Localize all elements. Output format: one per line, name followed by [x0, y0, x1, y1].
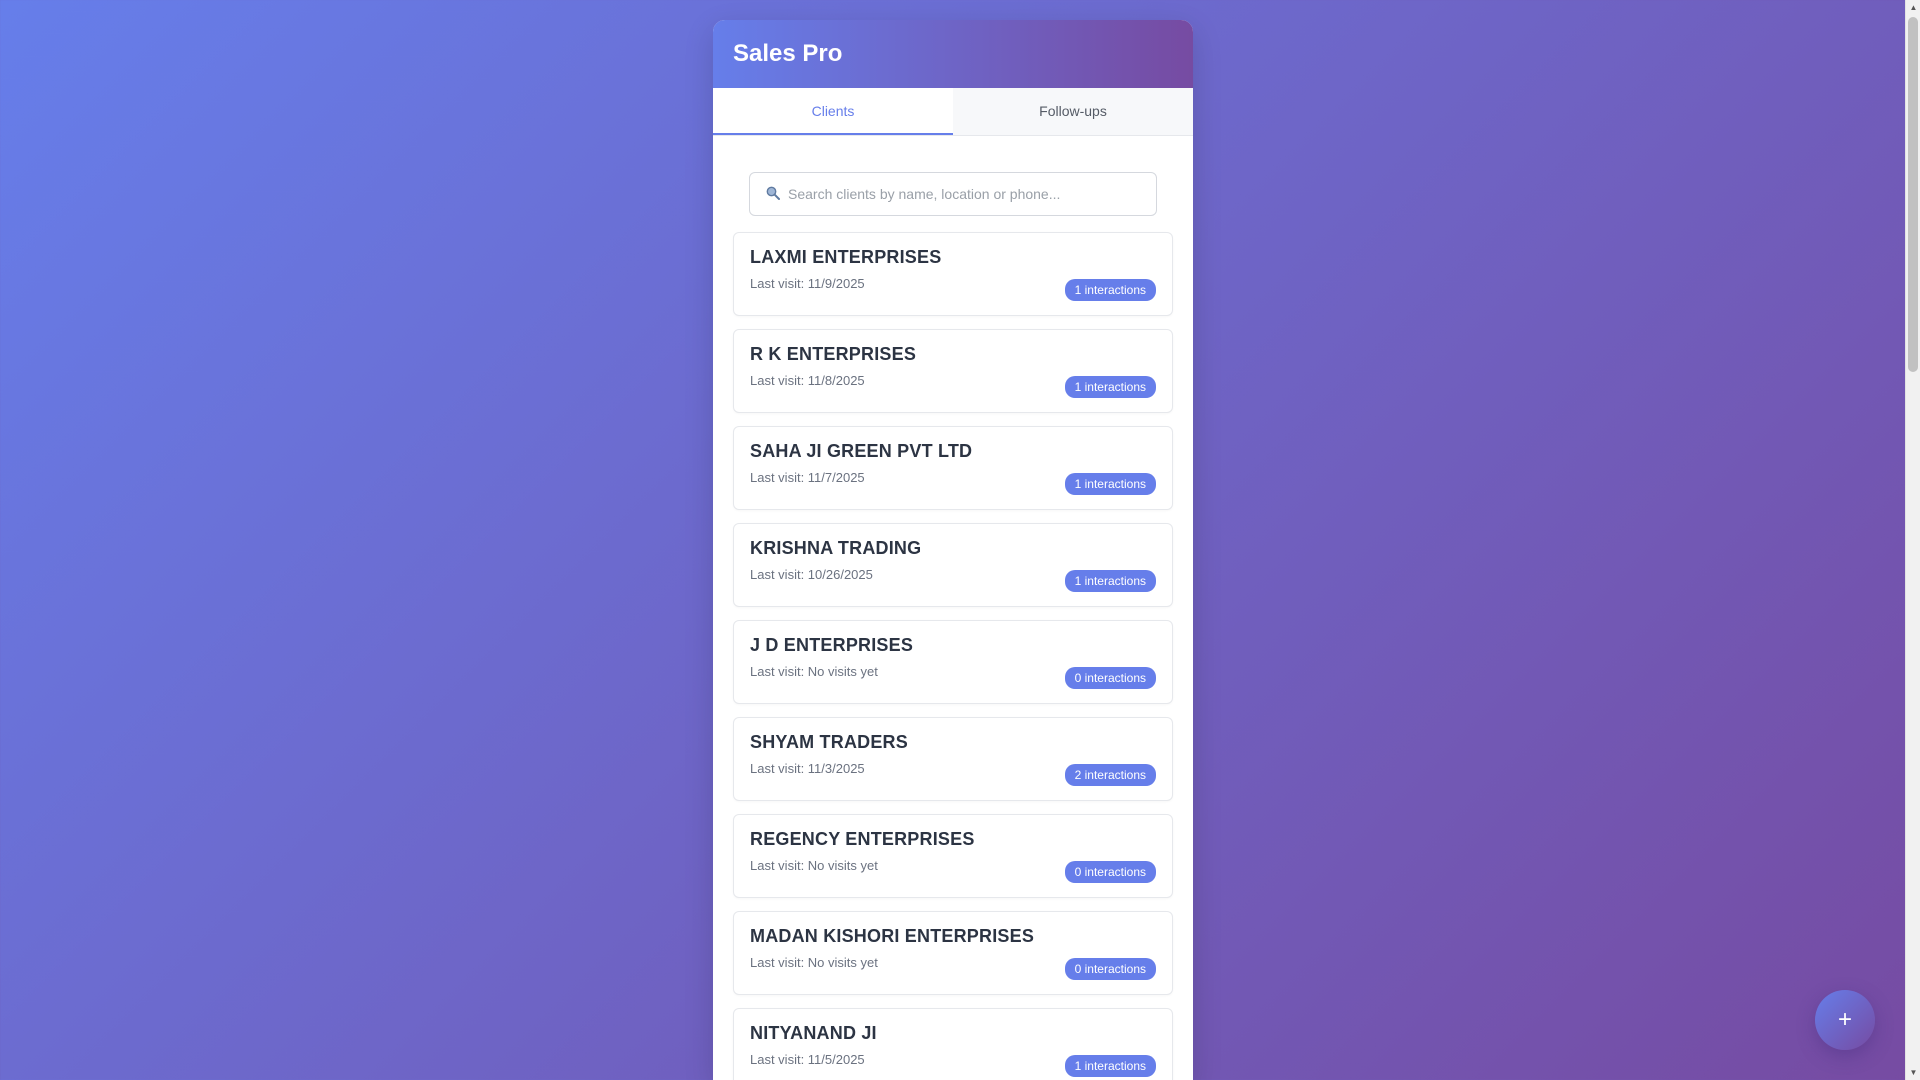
search-box[interactable] — [749, 172, 1157, 216]
interactions-badge: 1 interactions — [1064, 376, 1156, 398]
search-icon — [766, 186, 782, 203]
page-scrollbar[interactable]: ▲ ▼ — [1905, 0, 1920, 1080]
search-input[interactable] — [788, 186, 1140, 202]
scroll-down-arrow-icon[interactable]: ▼ — [1906, 1065, 1920, 1080]
scroll-up-arrow-icon[interactable]: ▲ — [1906, 0, 1920, 15]
main-content: LAXMI ENTERPRISES Last visit: 11/9/2025 … — [713, 136, 1193, 1080]
client-card[interactable]: REGENCY ENTERPRISES Last visit: No visit… — [733, 814, 1173, 898]
plus-icon: + — [1837, 1006, 1852, 1033]
tab-clients[interactable]: Clients — [713, 88, 953, 135]
client-name: SHYAM TRADERS — [750, 732, 908, 752]
app-header: Sales Pro — [713, 20, 1193, 88]
client-name: KRISHNA TRADING — [750, 538, 922, 558]
interactions-badge: 0 interactions — [1064, 667, 1156, 689]
client-card[interactable]: R K ENTERPRISES Last visit: 11/8/2025 1 … — [733, 329, 1173, 413]
client-name: NITYANAND JI — [750, 1023, 877, 1043]
client-name: LAXMI ENTERPRISES — [750, 247, 942, 267]
interactions-badge: 2 interactions — [1064, 764, 1156, 786]
client-name: MADAN KISHORI ENTERPRISES — [750, 926, 1035, 946]
client-card[interactable]: KRISHNA TRADING Last visit: 10/26/2025 1… — [733, 523, 1173, 607]
interactions-badge: 0 interactions — [1064, 861, 1156, 883]
client-name: J D ENTERPRISES — [750, 635, 914, 655]
scroll-thumb[interactable] — [1908, 17, 1918, 372]
app-container: Sales Pro Clients Follow-ups LAXMI ENTER… — [713, 20, 1193, 1080]
client-card[interactable]: J D ENTERPRISES Last visit: No visits ye… — [733, 620, 1173, 704]
client-card[interactable]: SAHA JI GREEN PVT LTD Last visit: 11/7/2… — [733, 426, 1173, 510]
client-card[interactable]: LAXMI ENTERPRISES Last visit: 11/9/2025 … — [733, 232, 1173, 316]
client-card[interactable]: NITYANAND JI Last visit: 11/5/2025 1 int… — [733, 1008, 1173, 1080]
tab-bar: Clients Follow-ups — [713, 88, 1193, 136]
tab-follow-ups[interactable]: Follow-ups — [953, 88, 1193, 135]
add-client-button[interactable]: + — [1815, 990, 1875, 1050]
client-card[interactable]: SHYAM TRADERS Last visit: 11/3/2025 2 in… — [733, 717, 1173, 801]
client-name: SAHA JI GREEN PVT LTD — [750, 441, 973, 461]
client-name: REGENCY ENTERPRISES — [750, 829, 975, 849]
interactions-badge: 1 interactions — [1064, 473, 1156, 495]
client-card[interactable]: MADAN KISHORI ENTERPRISES Last visit: No… — [733, 911, 1173, 995]
app-title: Sales Pro — [733, 40, 843, 67]
interactions-badge: 1 interactions — [1064, 279, 1156, 301]
interactions-badge: 1 interactions — [1064, 1055, 1156, 1077]
client-list: LAXMI ENTERPRISES Last visit: 11/9/2025 … — [733, 232, 1173, 1080]
interactions-badge: 0 interactions — [1064, 958, 1156, 980]
interactions-badge: 1 interactions — [1064, 570, 1156, 592]
client-name: R K ENTERPRISES — [750, 344, 917, 364]
